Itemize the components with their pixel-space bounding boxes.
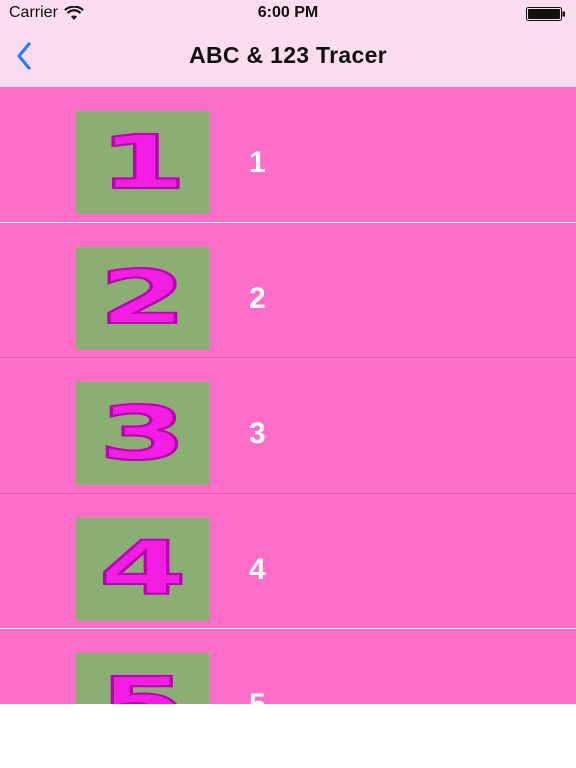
list-item-4[interactable]: 4 4 [0, 494, 576, 629]
thumbnail-digit: 5 [97, 667, 188, 705]
thumbnail-digit: 1 [97, 119, 188, 206]
navigation-bar: ABC & 123 Tracer [0, 28, 576, 87]
list-item-label: 5 [249, 685, 266, 704]
number-thumbnail: 3 [76, 382, 209, 485]
number-thumbnail: 2 [76, 246, 209, 350]
thumbnail-digit: 3 [97, 390, 188, 477]
number-thumbnail: 5 [76, 653, 209, 704]
bottom-blank-area [0, 704, 576, 768]
status-bar: Carrier 6:00 PM [0, 0, 576, 28]
list-item-5[interactable]: 5 5 [0, 629, 576, 704]
thumbnail-digit: 2 [97, 255, 188, 341]
number-list: 1 1 2 2 3 3 4 4 5 5 [0, 87, 576, 704]
list-item-label: 3 [249, 417, 266, 450]
top-bar: Carrier 6:00 PM ABC & 123 Tracer [0, 0, 576, 87]
thumbnail-digit: 4 [97, 526, 188, 612]
list-item-2[interactable]: 2 2 [0, 223, 576, 358]
page-title: ABC & 123 Tracer [189, 42, 387, 68]
list-item-3[interactable]: 3 3 [0, 358, 576, 494]
battery-icon [526, 7, 565, 21]
list-item-1[interactable]: 1 1 [0, 87, 576, 223]
number-thumbnail: 1 [76, 111, 209, 214]
number-thumbnail: 4 [76, 517, 209, 621]
status-time: 6:00 PM [257, 4, 319, 21]
list-item-label: 1 [249, 146, 266, 179]
list-item-label: 4 [249, 552, 266, 586]
list-item-label: 2 [249, 281, 266, 315]
